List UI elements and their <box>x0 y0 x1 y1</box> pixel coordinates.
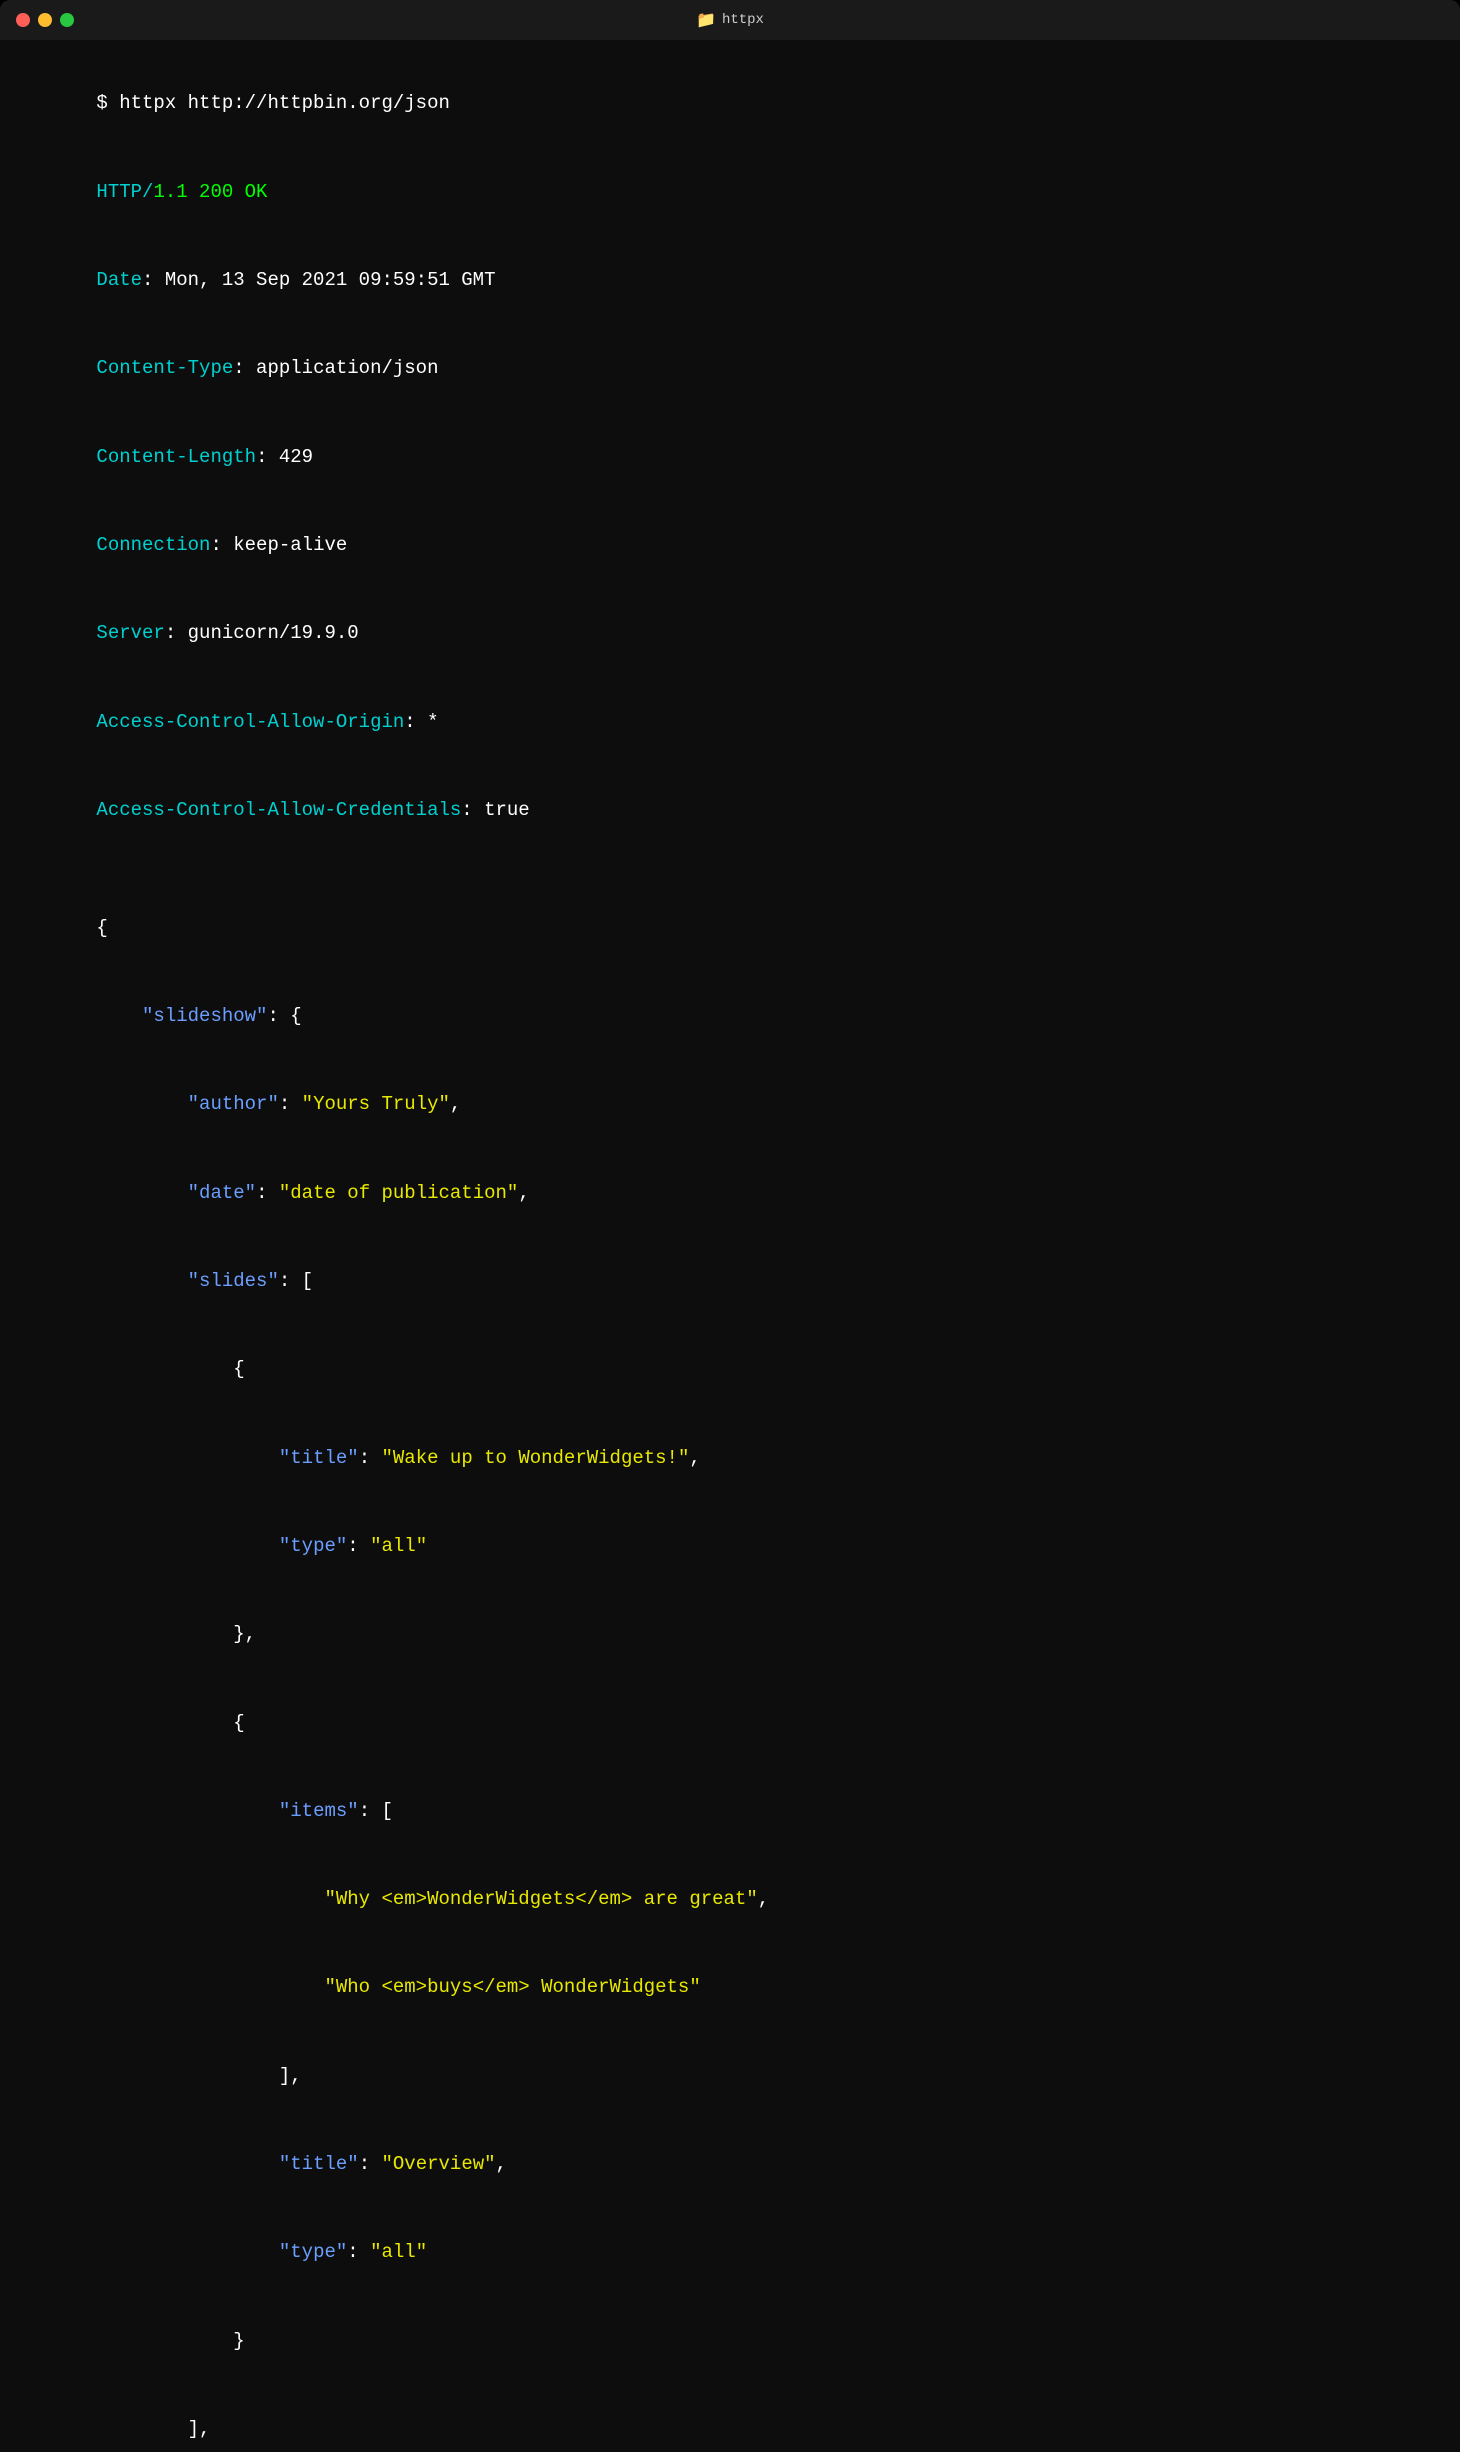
header-cl-key: Content-Length <box>96 446 256 468</box>
json-open: { <box>28 884 1432 972</box>
header-acao: Access-Control-Allow-Origin: * <box>28 678 1432 766</box>
http-prefix: HTTP/ <box>96 181 153 203</box>
json-slides-key: "slides": [ <box>28 1238 1432 1326</box>
header-acac-val: : true <box>461 799 529 821</box>
maximize-button[interactable] <box>60 13 74 27</box>
json-slide1-type: "type": "all" <box>28 1502 1432 1590</box>
header-srv-val: : gunicorn/19.9.0 <box>165 622 359 644</box>
minimize-button[interactable] <box>38 13 52 27</box>
json-slide2-title: "title": "Overview", <box>28 2121 1432 2209</box>
folder-icon: 📁 <box>696 10 716 30</box>
header-conn-key: Connection <box>96 534 210 556</box>
header-conn-val: : keep-alive <box>210 534 347 556</box>
header-acac: Access-Control-Allow-Credentials: true <box>28 767 1432 855</box>
header-acao-key: Access-Control-Allow-Origin <box>96 711 404 733</box>
header-date-key: Date <box>96 269 142 291</box>
header-ct-val: : application/json <box>233 357 438 379</box>
header-connection: Connection: keep-alive <box>28 502 1432 590</box>
close-button[interactable] <box>16 13 30 27</box>
status-line: HTTP/1.1 200 OK <box>28 148 1432 236</box>
json-slide2-close: } <box>28 2297 1432 2385</box>
title-text: httpx <box>722 12 764 28</box>
json-slide2-type: "type": "all" <box>28 2209 1432 2297</box>
terminal-output: $ httpx http://httpbin.org/json HTTP/1.1… <box>0 40 1460 2452</box>
json-item2: "Who <em>buys</em> WonderWidgets" <box>28 1944 1432 2032</box>
traffic-lights <box>16 13 74 27</box>
header-ct-key: Content-Type <box>96 357 233 379</box>
json-slide1-title: "title": "Wake up to WonderWidgets!", <box>28 1414 1432 1502</box>
header-srv-key: Server <box>96 622 164 644</box>
header-content-length: Content-Length: 429 <box>28 413 1432 501</box>
json-date: "date": "date of publication", <box>28 1149 1432 1237</box>
header-cl-val: : 429 <box>256 446 313 468</box>
blank-line <box>28 855 1432 884</box>
json-slideshow-key: "slideshow": { <box>28 973 1432 1061</box>
command-text: $ httpx http://httpbin.org/json <box>96 92 449 114</box>
json-slide2-open: { <box>28 1679 1432 1767</box>
json-author: "author": "Yours Truly", <box>28 1061 1432 1149</box>
header-date-colon: : Mon, 13 Sep 2021 09:59:51 GMT <box>142 269 495 291</box>
header-acac-key: Access-Control-Allow-Credentials <box>96 799 461 821</box>
header-server: Server: gunicorn/19.9.0 <box>28 590 1432 678</box>
terminal-window: 📁 httpx $ httpx http://httpbin.org/json … <box>0 0 1460 2452</box>
titlebar: 📁 httpx <box>0 0 1460 40</box>
header-date: Date: Mon, 13 Sep 2021 09:59:51 GMT <box>28 237 1432 325</box>
json-items-close: ], <box>28 2032 1432 2120</box>
command-line: $ httpx http://httpbin.org/json <box>28 60 1432 148</box>
json-slide1-close: }, <box>28 1591 1432 1679</box>
json-slide1-open: { <box>28 1326 1432 1414</box>
json-item1: "Why <em>WonderWidgets</em> are great", <box>28 1856 1432 1944</box>
header-acao-val: : * <box>404 711 438 733</box>
window-title: 📁 httpx <box>696 10 764 30</box>
json-slides-close: ], <box>28 2386 1432 2452</box>
json-items-key: "items": [ <box>28 1767 1432 1855</box>
header-content-type: Content-Type: application/json <box>28 325 1432 413</box>
http-version: 1.1 200 OK <box>153 181 267 203</box>
